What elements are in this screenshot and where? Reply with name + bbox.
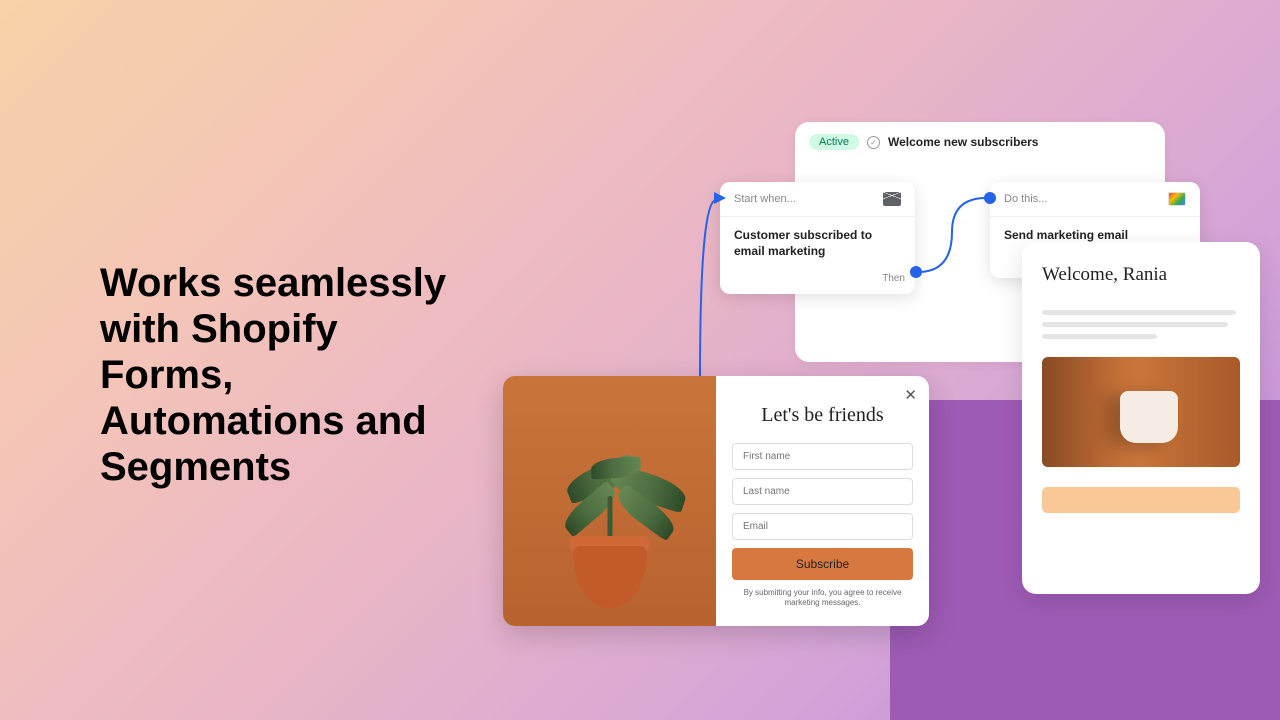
automation-title: Welcome new subscribers xyxy=(888,135,1039,149)
then-label: Then xyxy=(882,273,905,284)
form-body: ✕ Let's be friends Subscribe By submitti… xyxy=(716,376,929,626)
email-hero-image xyxy=(1042,357,1240,467)
step-header: Start when... xyxy=(720,182,915,217)
plant-pot xyxy=(573,546,647,608)
form-hero-image xyxy=(503,376,716,626)
step-label: Start when... xyxy=(734,193,796,205)
email-input[interactable] xyxy=(732,513,913,540)
form-title: Let's be friends xyxy=(732,404,913,427)
step-description: Customer subscribed to email marketing xyxy=(734,227,901,259)
mail-icon xyxy=(883,192,901,206)
form-disclaimer: By submitting your info, you agree to re… xyxy=(732,588,913,609)
text-placeholder xyxy=(1042,322,1228,327)
workflow-trigger-card[interactable]: Start when... Customer subscribed to ema… xyxy=(720,182,915,294)
workflow-connector-dot xyxy=(984,192,996,204)
email-greeting: Welcome, Rania xyxy=(1042,264,1240,286)
plant-stem xyxy=(607,496,612,540)
step-label: Do this... xyxy=(1004,193,1047,205)
email-cta-placeholder xyxy=(1042,487,1240,513)
step-header: Do this... xyxy=(990,182,1200,217)
step-body: Customer subscribed to email marketing xyxy=(720,217,915,267)
automation-header: Active ✓ Welcome new subscribers xyxy=(809,134,1151,150)
subscribe-button[interactable]: Subscribe xyxy=(732,548,913,580)
last-name-input[interactable] xyxy=(732,478,913,505)
close-icon[interactable]: ✕ xyxy=(904,386,917,404)
mail-color-icon xyxy=(1168,192,1186,206)
signup-form-card: ✕ Let's be friends Subscribe By submitti… xyxy=(503,376,929,626)
email-preview-card: Welcome, Rania xyxy=(1022,242,1260,594)
workflow-connector-dot xyxy=(910,266,922,278)
headline: Works seamlessly with Shopify Forms, Aut… xyxy=(100,260,480,490)
check-circle-icon: ✓ xyxy=(867,136,880,149)
cup-graphic xyxy=(1120,391,1178,443)
step-footer: Then xyxy=(720,267,915,294)
step-description: Send marketing email xyxy=(1004,227,1186,243)
text-placeholder xyxy=(1042,310,1236,315)
image-shadow xyxy=(1042,357,1122,467)
status-badge: Active xyxy=(809,134,859,150)
first-name-input[interactable] xyxy=(732,443,913,470)
text-placeholder xyxy=(1042,334,1157,339)
